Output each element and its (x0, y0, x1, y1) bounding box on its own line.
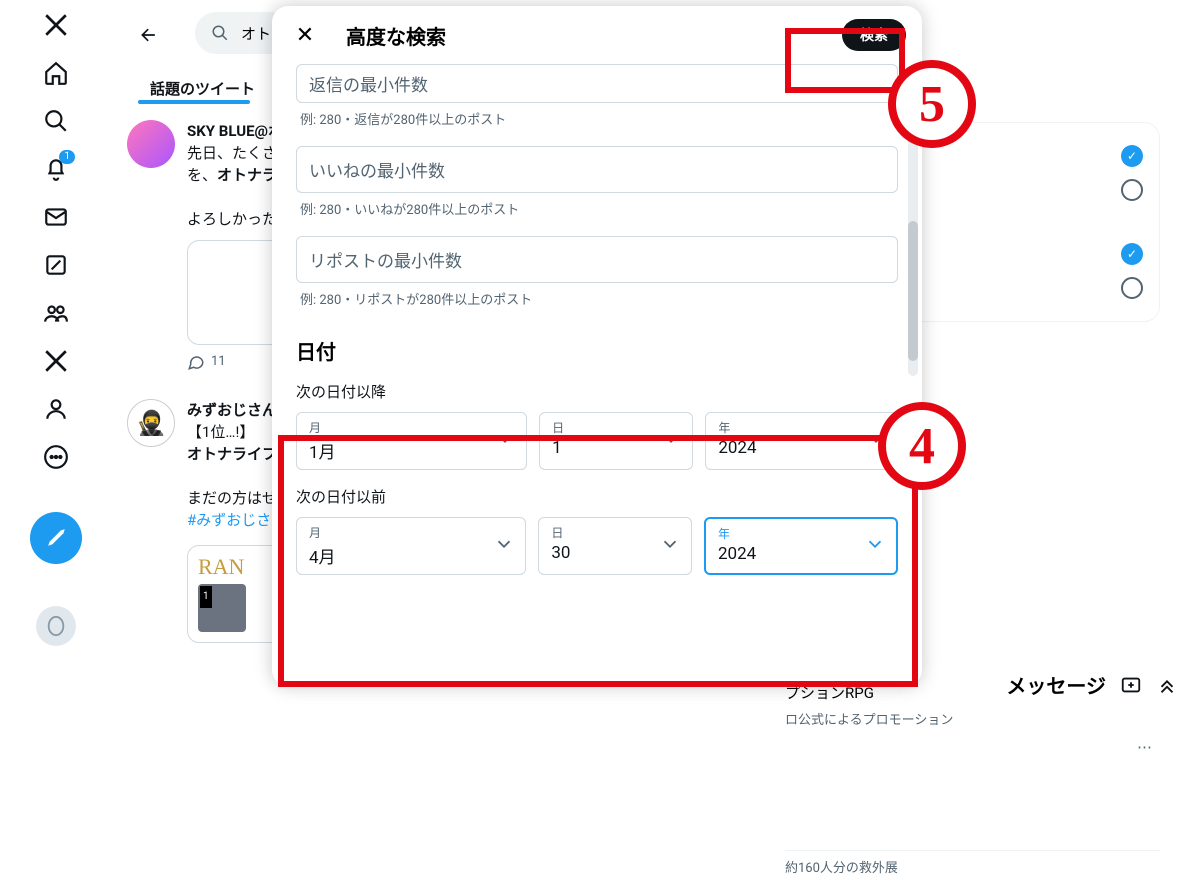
search-bar[interactable] (195, 12, 690, 54)
post[interactable]: SKY BLUE@ホ 先日、たくさん を、オトナライ よろしかったら 11 (115, 112, 743, 381)
promo-more-button[interactable]: ⋯ (785, 734, 1160, 760)
search-filter-box: るアカウント (785, 122, 1160, 322)
filter-option[interactable]: るアカウント (786, 173, 1159, 207)
search-icon (211, 24, 229, 42)
premium-icon[interactable] (43, 348, 69, 374)
communities-icon[interactable] (43, 300, 69, 326)
search-icon[interactable] (43, 108, 69, 134)
profile-icon[interactable] (43, 396, 69, 422)
annotation-box-search (785, 28, 905, 93)
reply-icon (187, 353, 205, 371)
messages-drawer[interactable]: メッセージ (1006, 670, 1178, 699)
radio-checked[interactable] (1121, 243, 1143, 265)
post-author: SKY BLUE@ホ (187, 122, 283, 140)
radio-checked[interactable] (1121, 145, 1143, 167)
reply-count: 11 (211, 351, 226, 373)
notification-badge: 1 (59, 150, 75, 164)
post-text-line: 先日、たくさん (187, 142, 731, 164)
expand-icon[interactable] (1156, 674, 1178, 696)
grok-icon[interactable] (43, 252, 69, 278)
reply-action[interactable]: 11 (187, 351, 731, 373)
post-author: みずおじさん (187, 401, 277, 419)
article-card[interactable] (187, 240, 731, 345)
new-message-icon[interactable] (1120, 674, 1142, 696)
filter-option[interactable] (786, 139, 1159, 173)
notifications-icon[interactable]: 1 (43, 156, 69, 182)
home-icon[interactable] (43, 60, 69, 86)
back-button[interactable] (132, 18, 166, 52)
hashtag-link[interactable]: #みずおじさ (187, 511, 271, 529)
filter-option[interactable] (786, 271, 1159, 305)
compose-button[interactable] (30, 512, 82, 564)
more-icon[interactable] (43, 444, 69, 470)
account-avatar[interactable] (36, 606, 76, 646)
x-logo-icon[interactable] (43, 12, 69, 38)
messages-icon[interactable] (43, 204, 69, 230)
search-input[interactable] (241, 24, 674, 42)
filter-option[interactable] (786, 237, 1159, 271)
annotation-badge-4: 4 (878, 402, 966, 490)
article-icon (443, 277, 475, 309)
annotation-badge-5: 5 (888, 60, 976, 148)
avatar[interactable]: 🥷 (127, 399, 175, 447)
avatar[interactable] (127, 120, 175, 168)
tab-underline (138, 100, 250, 104)
radio[interactable] (1121, 179, 1143, 201)
left-nav-rail: 1 (0, 0, 112, 705)
radio[interactable] (1121, 277, 1143, 299)
search-options-button[interactable] (710, 20, 744, 54)
annotation-box-dates (278, 435, 918, 687)
ranking-thumb: 1 (198, 584, 246, 632)
